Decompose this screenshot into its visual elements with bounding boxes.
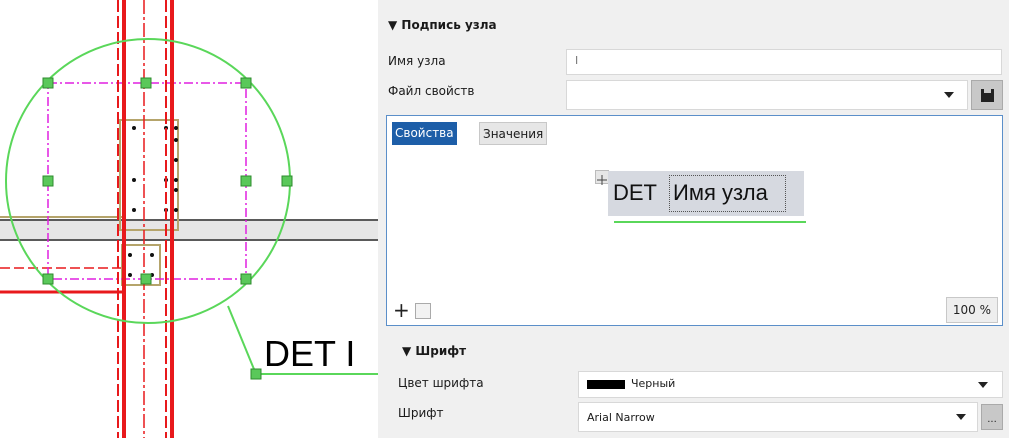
frame-icon[interactable]	[415, 303, 431, 319]
tag-prefix[interactable]: DET	[613, 180, 657, 206]
tab-properties[interactable]: Свойства	[392, 122, 457, 145]
bolt-group	[122, 126, 178, 277]
properties-file-label: Файл свойств	[388, 84, 475, 98]
label-editor[interactable]: Свойства Значения DET Имя узла + 100 %	[386, 115, 1003, 326]
add-icon[interactable]: +	[393, 300, 411, 320]
move-icon[interactable]	[595, 170, 609, 185]
zoom-indicator[interactable]: 100 %	[945, 297, 998, 323]
more-button[interactable]: ...	[981, 404, 1003, 430]
tag-container[interactable]: DET Имя узла	[608, 171, 804, 216]
tab-values[interactable]: Значения	[479, 122, 548, 145]
properties-file-dropdown[interactable]	[566, 80, 968, 110]
font-color-dropdown[interactable]: Черный	[578, 371, 1003, 398]
node-name-field[interactable]: I	[566, 49, 1002, 75]
font-dropdown[interactable]: Arial Narrow	[578, 402, 978, 432]
chevron-down-icon[interactable]	[944, 92, 954, 98]
detail-label: DET I	[264, 333, 355, 374]
chevron-down-icon[interactable]	[978, 382, 988, 388]
color-swatch	[587, 379, 625, 389]
beam-fill	[0, 220, 378, 240]
drawing-svg[interactable]: DET I	[0, 0, 378, 438]
node-name-label: Имя узла	[388, 54, 446, 68]
properties-panel: ▼ Подпись узла Имя узла I Файл свойств С…	[378, 0, 1009, 438]
selection-rectangle	[47, 82, 247, 280]
font-section-header[interactable]: ▼ Шрифт	[402, 344, 466, 358]
font-label: Шрифт	[398, 406, 444, 420]
move-glyph	[597, 175, 607, 185]
column-outline	[119, 119, 179, 231]
save-button[interactable]	[971, 80, 1003, 110]
chevron-down-icon[interactable]	[956, 414, 966, 420]
save-icon	[981, 89, 994, 102]
tag-field[interactable]: Имя узла	[673, 180, 768, 206]
font-color-label: Цвет шрифта	[398, 376, 484, 390]
font-color-value: Черный	[631, 377, 676, 390]
node-label-section-header[interactable]: ▼ Подпись узла	[388, 18, 497, 32]
drawing-canvas[interactable]: DET I	[0, 0, 378, 438]
tag-underline	[614, 221, 806, 223]
tag-field-box[interactable]: Имя узла	[669, 175, 786, 212]
